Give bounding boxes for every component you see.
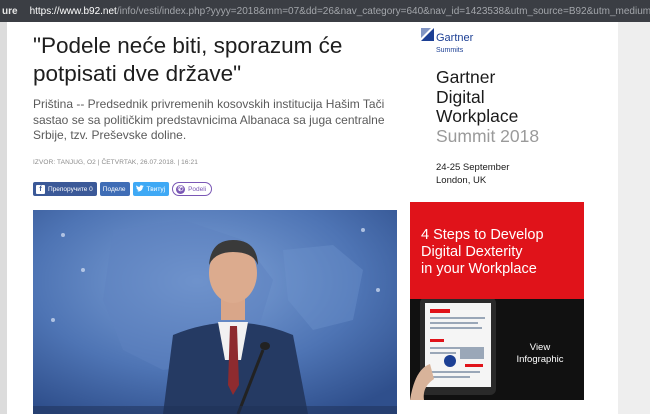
address-bar[interactable]: ure https://www.b92.net/info/vesti/index…: [0, 0, 650, 22]
gartner-advertisement[interactable]: Gartner Summits Gartner Digital Workplac…: [410, 22, 584, 400]
page-right-background: [618, 22, 650, 414]
ad-title-line: Workplace: [436, 106, 519, 126]
linkedin-share-label: Поделе: [102, 185, 126, 193]
page-gutter: [0, 22, 7, 414]
ad-location: London, UK: [436, 174, 487, 186]
url-path: /info/vesti/index.php?yyyy=2018&mm=07&dd…: [116, 5, 650, 17]
gartner-logo: Gartner Summits: [421, 28, 473, 55]
article-headline: "Podele neće biti, sporazum će potpisati…: [33, 33, 343, 86]
viber-share-button[interactable]: ✆ Podeli: [172, 182, 213, 196]
twitter-icon: [135, 184, 144, 194]
view-infographic-button[interactable]: View Infographic: [515, 342, 565, 366]
secure-label: ure: [2, 5, 18, 17]
ad-cta-line: Infographic: [516, 354, 564, 365]
ad-title-line: Gartner: [436, 67, 496, 87]
viber-icon: ✆: [176, 184, 186, 194]
linkedin-share-button[interactable]: Поделе: [99, 182, 130, 196]
ad-brand: Gartner: [436, 32, 474, 44]
ad-date: 24-25 September: [436, 162, 510, 173]
url-host: https://www.b92.net: [29, 5, 117, 17]
ad-promo-line: in your Workplace: [421, 261, 537, 277]
ad-promo-line: 4 Steps to Develop: [421, 227, 544, 243]
viber-share-label: Podeli: [188, 185, 207, 193]
ad-title: Gartner Digital Workplace Summit 2018: [436, 67, 540, 146]
facebook-share-button[interactable]: f Препоручите 0: [33, 182, 97, 196]
ad-promo-line: Digital Dexterity: [421, 244, 523, 260]
twitter-share-button[interactable]: Твитуј: [132, 182, 170, 196]
facebook-share-label: Препоручите 0: [48, 185, 93, 193]
twitter-share-label: Твитуј: [146, 185, 166, 193]
article-photo: [33, 210, 397, 414]
ad-cta-line: View: [529, 342, 551, 353]
gartner-logo-icon: [421, 28, 434, 41]
ad-promo-text: 4 Steps to Develop Digital Dexterity in …: [421, 227, 544, 278]
ad-event-info: 24-25 September London, UK: [436, 162, 509, 187]
share-bar: f Препоручите 0 Поделе Твитуј ✆ Podeli: [33, 182, 213, 196]
facebook-icon: f: [36, 184, 45, 194]
ad-brand-sub: Summits: [436, 47, 464, 54]
ad-title-line: Digital: [436, 86, 485, 107]
ad-title-year: Summit 2018: [436, 125, 540, 146]
article-lead: Priština -- Predsednik privremenih kosov…: [33, 97, 385, 142]
article-meta: IZVOR: TANJUG, O2 | ČETVRTAK, 26.07.2018…: [33, 159, 198, 166]
